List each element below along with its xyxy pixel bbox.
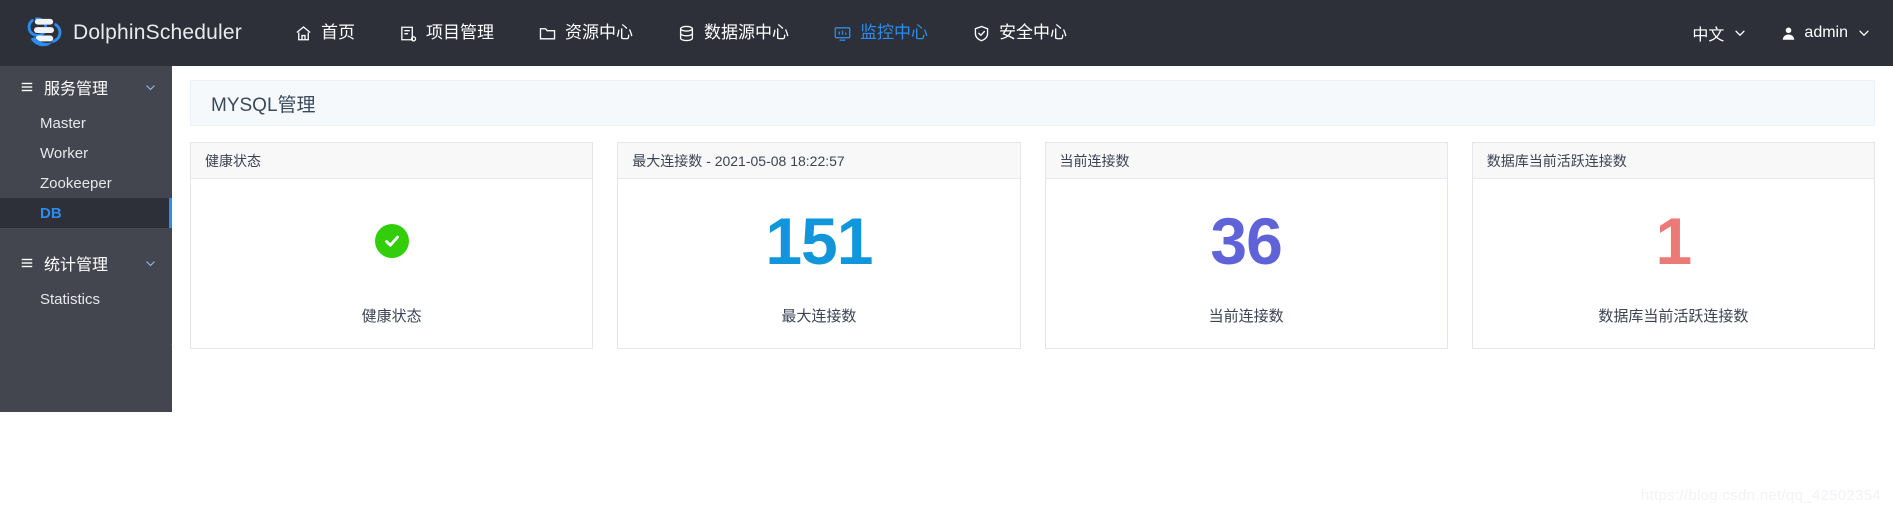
card-max-connections: 最大连接数 - 2021-05-08 18:22:57 151 最大连接数 <box>617 142 1021 349</box>
sidebar-item-db-label: DB <box>40 204 62 222</box>
menu-lines-icon <box>20 256 34 270</box>
sidebar-item-zookeeper[interactable]: Zookeeper <box>0 168 172 198</box>
user-icon <box>1781 26 1796 41</box>
card-current-connections-header: 当前连接数 <box>1045 143 1447 179</box>
sidebar-group-statistics-management[interactable]: 统计管理 <box>0 242 172 284</box>
main-content: MYSQL管理 健康状态 健康状态 最大连接数 - 2021-05-08 18:… <box>172 66 1893 512</box>
card-max-connections-body: 151 最大连接数 <box>618 179 1019 348</box>
monitor-icon <box>833 24 852 43</box>
folder-icon <box>538 24 557 43</box>
top-navigation-bar: DolphinScheduler 首页 项目管理 资源中心 数据源中心 监控中心… <box>0 0 1893 66</box>
card-current-connections-label: 当前连接数 <box>1208 308 1284 325</box>
nav-item-security-center[interactable]: 安全中心 <box>950 0 1089 66</box>
card-max-connections-value: 151 <box>765 204 873 278</box>
language-label: 中文 <box>1692 27 1725 44</box>
nav-item-datasource-center[interactable]: 数据源中心 <box>655 0 811 66</box>
database-icon <box>677 24 696 43</box>
nav-item-monitor-center-label: 监控中心 <box>860 23 928 42</box>
sidebar-item-db[interactable]: DB <box>0 198 172 228</box>
nav-item-project-management-label: 项目管理 <box>426 23 494 42</box>
card-health-status-value <box>374 195 409 287</box>
sidebar-item-statistics-label: Statistics <box>40 290 101 308</box>
card-health-status-label: 健康状态 <box>361 308 422 325</box>
sidebar-group-statistics-management-label: 统计管理 <box>44 257 109 274</box>
user-name-label: admin <box>1804 24 1848 41</box>
page-header: MYSQL管理 <box>190 80 1875 126</box>
sidebar-divider <box>0 228 172 242</box>
card-active-connections-label: 数据库当前活跃连接数 <box>1598 308 1749 325</box>
sidebar-item-worker-label: Worker <box>40 144 89 162</box>
main-menu: 首页 项目管理 资源中心 数据源中心 监控中心 安全中心 <box>272 0 1089 66</box>
project-icon <box>399 24 418 43</box>
sidebar-item-zookeeper-label: Zookeeper <box>40 174 112 192</box>
card-current-connections-body: 36 当前连接数 <box>1046 179 1447 348</box>
sidebar-item-master[interactable]: Master <box>0 108 172 138</box>
nav-item-home[interactable]: 首页 <box>272 0 377 66</box>
card-active-connections: 数据库当前活跃连接数 1 数据库当前活跃连接数 <box>1471 142 1875 349</box>
nav-item-resource-center[interactable]: 资源中心 <box>516 0 655 66</box>
card-active-connections-body: 1 数据库当前活跃连接数 <box>1473 179 1874 348</box>
home-icon <box>294 24 313 43</box>
metric-cards: 健康状态 健康状态 最大连接数 - 2021-05-08 18:22:57 15… <box>190 142 1875 349</box>
chevron-down-icon <box>1733 26 1747 40</box>
language-switcher[interactable]: 中文 <box>1692 21 1747 45</box>
nav-item-datasource-center-label: 数据源中心 <box>704 23 789 42</box>
card-current-connections: 当前连接数 36 当前连接数 <box>1044 142 1448 349</box>
card-max-connections-header: 最大连接数 - 2021-05-08 18:22:57 <box>618 143 1020 179</box>
sidebar-item-master-label: Master <box>40 114 86 132</box>
brand-name: DolphinScheduler <box>73 21 242 44</box>
shield-check-icon <box>972 24 991 43</box>
sidebar-item-statistics[interactable]: Statistics <box>0 284 172 314</box>
sidebar-group-service-management-label: 服务管理 <box>44 81 109 98</box>
status-ok-check-icon <box>374 224 409 258</box>
dolphin-logo-icon <box>24 13 64 53</box>
card-active-connections-header: 数据库当前活跃连接数 <box>1472 143 1874 179</box>
menu-lines-icon <box>20 80 34 94</box>
card-max-connections-label: 最大连接数 <box>781 308 857 325</box>
nav-item-security-center-label: 安全中心 <box>999 23 1067 42</box>
card-active-connections-value: 1 <box>1655 204 1693 278</box>
header-right-controls: 中文 admin <box>1692 21 1871 45</box>
page-title: MYSQL管理 <box>211 94 316 116</box>
watermark: https://blog.csdn.net/qq_42502354 <box>1640 487 1881 504</box>
chevron-down-icon <box>1857 26 1871 40</box>
sidebar: 服务管理 Master Worker Zookeeper DB 统计管理 Sta… <box>0 66 172 412</box>
chevron-down-icon <box>144 81 157 94</box>
user-menu[interactable]: admin <box>1781 24 1871 42</box>
chevron-down-icon <box>144 257 157 270</box>
nav-item-resource-center-label: 资源中心 <box>565 23 633 42</box>
nav-item-home-label: 首页 <box>321 23 355 42</box>
nav-item-project-management[interactable]: 项目管理 <box>377 0 516 66</box>
brand[interactable]: DolphinScheduler <box>24 13 254 53</box>
card-health-status-header: 健康状态 <box>191 143 593 179</box>
sidebar-item-worker[interactable]: Worker <box>0 138 172 168</box>
nav-item-monitor-center[interactable]: 监控中心 <box>811 0 950 66</box>
card-current-connections-value: 36 <box>1210 204 1282 278</box>
sidebar-group-service-management[interactable]: 服务管理 <box>0 66 172 108</box>
card-health-status-body: 健康状态 <box>191 179 592 348</box>
card-health-status: 健康状态 健康状态 <box>190 142 594 349</box>
